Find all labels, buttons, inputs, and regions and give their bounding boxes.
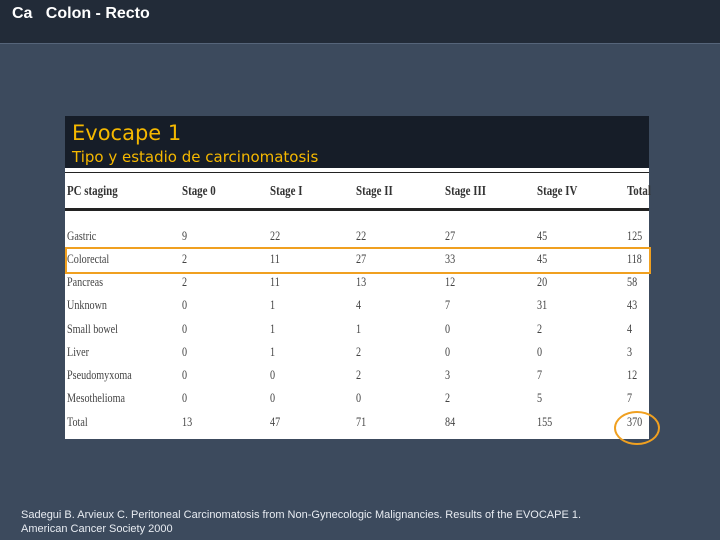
table-cell: 4 [627,321,633,336]
table-cell: 13 [356,274,367,289]
table-cell: 11 [270,274,280,289]
table-cell: 13 [182,414,193,429]
table-cell: 3 [627,344,633,359]
column-header-pc-staging: PC staging [67,184,118,199]
table-cell: 2 [182,274,188,289]
table-cell: 84 [445,414,456,429]
citation-footnote: Sadegui B. Arvieux C. Peritoneal Carcino… [21,508,581,536]
colorectal-row-highlight [65,247,651,274]
column-header-stage-iii: Stage III [445,184,486,199]
table-panel: Evocape 1 Tipo y estadio de carcinomatos… [65,116,651,439]
column-header-total: Total [627,184,651,199]
row-label: Gastric [67,228,97,243]
table-cell: 12 [445,274,456,289]
table-cell: 0 [182,390,188,405]
panel-title: Evocape 1 [72,121,182,145]
table-cell: 27 [445,228,456,243]
row-label: Pancreas [67,274,104,289]
table-cell: 22 [356,228,367,243]
table-cell: 0 [182,344,188,359]
table-cell: 0 [445,321,451,336]
table-cell: 3 [445,367,451,382]
panel-header: Evocape 1 Tipo y estadio de carcinomatos… [65,116,649,168]
row-label: Small bowel [67,321,118,336]
table-header-rule [65,208,649,211]
row-label: Mesothelioma [67,390,126,405]
row-label: Unknown [67,297,107,312]
table-cell: 0 [182,367,188,382]
table-cell: 0 [182,321,188,336]
table-cell: 0 [270,367,276,382]
title-bar: Ca Colon - Recto [0,0,720,44]
citation-line-2: American Cancer Society 2000 [21,523,173,535]
citation-line-1: Sadegui B. Arvieux C. Peritoneal Carcino… [21,509,582,521]
staging-table: PC staging Stage 0 Stage I Stage II Stage II… [65,168,651,439]
table-cell: 7 [445,297,451,312]
table-top-rule [65,172,649,173]
table-cell: 4 [356,297,362,312]
table-cell: 2 [445,390,451,405]
table-cell: 45 [537,228,548,243]
table-cell: 0 [270,390,276,405]
table-cell: 155 [537,414,553,429]
table-cell: 31 [537,297,548,312]
table-cell: 58 [627,274,638,289]
table-cell: 0 [445,344,451,359]
total-highlight-circle [614,411,660,445]
column-header-stage-iv: Stage IV [537,184,578,199]
column-header-stage-i: Stage I [270,184,303,199]
table-cell: 5 [537,390,543,405]
table-cell: 7 [537,367,543,382]
table-cell: 125 [627,228,643,243]
table-cell: 9 [182,228,188,243]
table-cell: 71 [356,414,367,429]
table-cell: 1 [270,344,276,359]
table-cell: 0 [537,344,543,359]
column-header-stage-0: Stage 0 [182,184,216,199]
table-cell: 47 [270,414,281,429]
table-cell: 0 [356,390,362,405]
table-cell: 43 [627,297,638,312]
table-cell: 0 [182,297,188,312]
slide-title: Ca Colon - Recto [12,5,150,22]
column-header-stage-ii: Stage II [356,184,393,199]
table-cell: 1 [270,297,276,312]
table-cell: 12 [627,367,638,382]
table-cell: 2 [537,321,543,336]
table-cell: 2 [356,344,362,359]
table-cell: 1 [270,321,276,336]
row-label: Liver [67,344,89,359]
table-cell: 7 [627,390,633,405]
table-cell: 22 [270,228,281,243]
table-cell: 2 [356,367,362,382]
row-label: Total [67,414,88,429]
table-cell: 1 [356,321,362,336]
panel-subtitle: Tipo y estadio de carcinomatosis [72,148,319,166]
row-label: Pseudomyxoma [67,367,132,382]
table-cell: 20 [537,274,548,289]
